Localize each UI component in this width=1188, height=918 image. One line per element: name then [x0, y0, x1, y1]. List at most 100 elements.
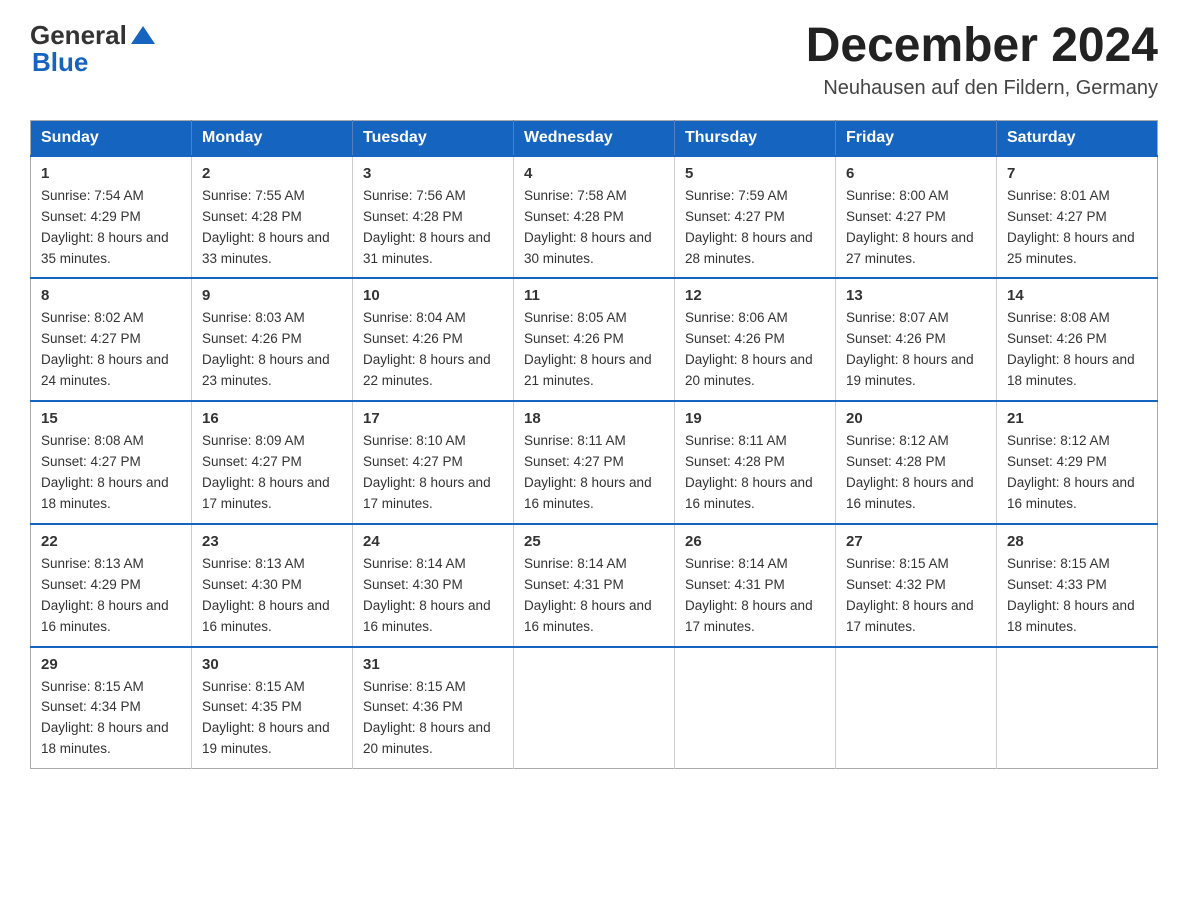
day-info: Sunrise: 8:14 AMSunset: 4:31 PMDaylight:…	[685, 554, 825, 638]
col-sunday: Sunday	[31, 120, 192, 156]
calendar-table: Sunday Monday Tuesday Wednesday Thursday…	[30, 120, 1158, 769]
title-block: December 2024 Neuhausen auf den Fildern,…	[806, 20, 1158, 100]
day-number: 25	[524, 533, 664, 550]
table-row: 1Sunrise: 7:54 AMSunset: 4:29 PMDaylight…	[31, 156, 192, 279]
table-row: 7 Sunrise: 8:01 AMSunset: 4:27 PMDaylight…	[997, 156, 1158, 279]
day-number: 9	[202, 287, 342, 304]
day-number: 1	[41, 165, 181, 182]
day-info: Sunrise: 8:10 AMSunset: 4:27 PMDaylight:…	[363, 431, 503, 515]
location-text: Neuhausen auf den Fildern, Germany	[806, 77, 1158, 100]
table-row: 8Sunrise: 8:02 AMSunset: 4:27 PMDaylight…	[31, 278, 192, 401]
table-row: 17 Sunrise: 8:10 AMSunset: 4:27 PMDayligh…	[353, 401, 514, 524]
day-number: 4	[524, 165, 664, 182]
col-wednesday: Wednesday	[514, 120, 675, 156]
day-number: 11	[524, 287, 664, 304]
table-row: 21 Sunrise: 8:12 AMSunset: 4:29 PMDayligh…	[997, 401, 1158, 524]
day-info: Sunrise: 8:08 AMSunset: 4:26 PMDaylight:…	[1007, 308, 1147, 392]
day-info: Sunrise: 8:12 AMSunset: 4:29 PMDaylight:…	[1007, 431, 1147, 515]
day-info: Sunrise: 8:02 AMSunset: 4:27 PMDaylight:…	[41, 308, 181, 392]
day-number: 7	[1007, 165, 1147, 182]
logo: General Blue	[30, 20, 157, 78]
day-number: 19	[685, 410, 825, 427]
table-row: 26 Sunrise: 8:14 AMSunset: 4:31 PMDayligh…	[675, 524, 836, 647]
table-row: 27 Sunrise: 8:15 AMSunset: 4:32 PMDayligh…	[836, 524, 997, 647]
day-number: 16	[202, 410, 342, 427]
day-number: 29	[41, 656, 181, 673]
day-info: Sunrise: 7:59 AMSunset: 4:27 PMDaylight:…	[685, 186, 825, 270]
table-row: 10Sunrise: 8:04 AMSunset: 4:26 PMDayligh…	[353, 278, 514, 401]
calendar-week-row: 29Sunrise: 8:15 AMSunset: 4:34 PMDayligh…	[31, 647, 1158, 769]
col-thursday: Thursday	[675, 120, 836, 156]
col-monday: Monday	[192, 120, 353, 156]
table-row: 13 Sunrise: 8:07 AMSunset: 4:26 PMDayligh…	[836, 278, 997, 401]
day-number: 30	[202, 656, 342, 673]
table-row: 20 Sunrise: 8:12 AMSunset: 4:28 PMDayligh…	[836, 401, 997, 524]
day-number: 17	[363, 410, 503, 427]
day-info: Sunrise: 7:55 AMSunset: 4:28 PMDaylight:…	[202, 186, 342, 270]
day-number: 31	[363, 656, 503, 673]
table-row: 31 Sunrise: 8:15 AMSunset: 4:36 PMDayligh…	[353, 647, 514, 769]
day-info: Sunrise: 8:06 AMSunset: 4:26 PMDaylight:…	[685, 308, 825, 392]
day-number: 22	[41, 533, 181, 550]
table-row: 29Sunrise: 8:15 AMSunset: 4:34 PMDayligh…	[31, 647, 192, 769]
day-number: 20	[846, 410, 986, 427]
day-info: Sunrise: 7:56 AMSunset: 4:28 PMDaylight:…	[363, 186, 503, 270]
logo-icon	[129, 22, 157, 50]
table-row: 23Sunrise: 8:13 AMSunset: 4:30 PMDayligh…	[192, 524, 353, 647]
day-info: Sunrise: 8:15 AMSunset: 4:32 PMDaylight:…	[846, 554, 986, 638]
col-friday: Friday	[836, 120, 997, 156]
day-info: Sunrise: 8:11 AMSunset: 4:28 PMDaylight:…	[685, 431, 825, 515]
logo-blue-text: Blue	[32, 47, 88, 78]
table-row: 25 Sunrise: 8:14 AMSunset: 4:31 PMDayligh…	[514, 524, 675, 647]
table-row: 9 Sunrise: 8:03 AMSunset: 4:26 PMDaylight…	[192, 278, 353, 401]
day-info: Sunrise: 8:09 AMSunset: 4:27 PMDaylight:…	[202, 431, 342, 515]
table-row: 3 Sunrise: 7:56 AMSunset: 4:28 PMDaylight…	[353, 156, 514, 279]
day-number: 12	[685, 287, 825, 304]
col-saturday: Saturday	[997, 120, 1158, 156]
day-info: Sunrise: 8:05 AMSunset: 4:26 PMDaylight:…	[524, 308, 664, 392]
table-row: 6Sunrise: 8:00 AMSunset: 4:27 PMDaylight…	[836, 156, 997, 279]
table-row: 5 Sunrise: 7:59 AMSunset: 4:27 PMDaylight…	[675, 156, 836, 279]
table-row: 2Sunrise: 7:55 AMSunset: 4:28 PMDaylight…	[192, 156, 353, 279]
table-row: 4 Sunrise: 7:58 AMSunset: 4:28 PMDaylight…	[514, 156, 675, 279]
table-row	[997, 647, 1158, 769]
day-number: 13	[846, 287, 986, 304]
table-row	[836, 647, 997, 769]
day-number: 28	[1007, 533, 1147, 550]
col-tuesday: Tuesday	[353, 120, 514, 156]
day-info: Sunrise: 8:07 AMSunset: 4:26 PMDaylight:…	[846, 308, 986, 392]
day-info: Sunrise: 7:58 AMSunset: 4:28 PMDaylight:…	[524, 186, 664, 270]
table-row	[675, 647, 836, 769]
day-number: 21	[1007, 410, 1147, 427]
table-row: 16 Sunrise: 8:09 AMSunset: 4:27 PMDayligh…	[192, 401, 353, 524]
day-info: Sunrise: 8:14 AMSunset: 4:31 PMDaylight:…	[524, 554, 664, 638]
table-row: 24 Sunrise: 8:14 AMSunset: 4:30 PMDayligh…	[353, 524, 514, 647]
calendar-header-row: Sunday Monday Tuesday Wednesday Thursday…	[31, 120, 1158, 156]
day-number: 24	[363, 533, 503, 550]
table-row	[514, 647, 675, 769]
calendar-week-row: 8Sunrise: 8:02 AMSunset: 4:27 PMDaylight…	[31, 278, 1158, 401]
calendar-week-row: 1Sunrise: 7:54 AMSunset: 4:29 PMDaylight…	[31, 156, 1158, 279]
day-info: Sunrise: 8:01 AMSunset: 4:27 PMDaylight:…	[1007, 186, 1147, 270]
day-number: 23	[202, 533, 342, 550]
table-row: 12 Sunrise: 8:06 AMSunset: 4:26 PMDayligh…	[675, 278, 836, 401]
day-number: 26	[685, 533, 825, 550]
day-number: 3	[363, 165, 503, 182]
day-number: 15	[41, 410, 181, 427]
table-row: 28 Sunrise: 8:15 AMSunset: 4:33 PMDayligh…	[997, 524, 1158, 647]
day-number: 18	[524, 410, 664, 427]
day-info: Sunrise: 8:04 AMSunset: 4:26 PMDaylight:…	[363, 308, 503, 392]
day-number: 5	[685, 165, 825, 182]
day-number: 27	[846, 533, 986, 550]
day-info: Sunrise: 8:15 AMSunset: 4:36 PMDaylight:…	[363, 677, 503, 761]
table-row: 22Sunrise: 8:13 AMSunset: 4:29 PMDayligh…	[31, 524, 192, 647]
day-info: Sunrise: 8:14 AMSunset: 4:30 PMDaylight:…	[363, 554, 503, 638]
month-title: December 2024	[806, 20, 1158, 73]
table-row: 15Sunrise: 8:08 AMSunset: 4:27 PMDayligh…	[31, 401, 192, 524]
day-info: Sunrise: 8:03 AMSunset: 4:26 PMDaylight:…	[202, 308, 342, 392]
table-row: 14Sunrise: 8:08 AMSunset: 4:26 PMDayligh…	[997, 278, 1158, 401]
table-row: 11 Sunrise: 8:05 AMSunset: 4:26 PMDayligh…	[514, 278, 675, 401]
day-info: Sunrise: 8:15 AMSunset: 4:33 PMDaylight:…	[1007, 554, 1147, 638]
day-info: Sunrise: 8:12 AMSunset: 4:28 PMDaylight:…	[846, 431, 986, 515]
table-row: 30Sunrise: 8:15 AMSunset: 4:35 PMDayligh…	[192, 647, 353, 769]
